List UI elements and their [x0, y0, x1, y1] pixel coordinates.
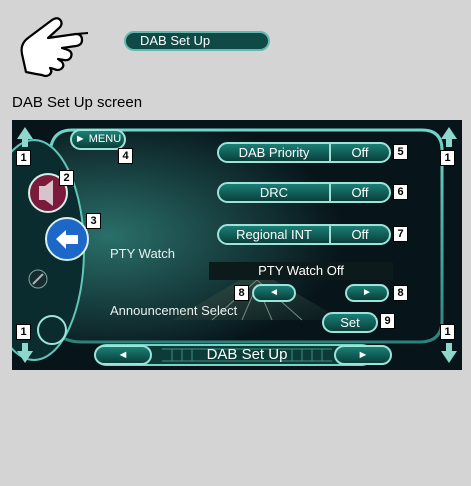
callout-1b: 1 [440, 150, 455, 166]
set-button[interactable]: Set [322, 312, 378, 333]
pty-watch-label: PTY Watch [110, 246, 176, 261]
next-button[interactable]: ► [345, 284, 389, 302]
scroll-down-arrow-left[interactable] [16, 342, 34, 364]
drc-label: DRC [259, 185, 289, 200]
callout-7: 7 [393, 226, 408, 242]
dab-setup-button[interactable]: DAB Set Up [124, 31, 270, 51]
callout-1c: 1 [16, 324, 31, 340]
prev-button[interactable]: ◄ [252, 284, 296, 302]
announcement-select-label: Announcement Select [110, 303, 238, 318]
callout-5: 5 [393, 144, 408, 160]
callout-2: 2 [59, 170, 74, 186]
screen-caption: DAB Set Up screen [12, 94, 143, 111]
drc-row[interactable]: DRC Off [217, 182, 391, 203]
scroll-up-arrow-left[interactable] [16, 126, 34, 148]
menu-button[interactable]: ► MENU [70, 129, 126, 150]
regional-int-row[interactable]: Regional INT Off [217, 224, 391, 245]
regional-int-label: Regional INT [236, 227, 312, 242]
callout-8b: 8 [393, 285, 408, 301]
callout-4: 4 [118, 148, 133, 164]
callout-9: 9 [380, 313, 395, 329]
scroll-up-arrow-right[interactable] [440, 126, 458, 148]
regional-int-value: Off [351, 227, 369, 242]
scroll-down-arrow-right[interactable] [440, 342, 458, 364]
drc-value: Off [351, 185, 369, 200]
tool-icon[interactable] [28, 269, 48, 289]
dab-priority-row[interactable]: DAB Priority Off [217, 142, 391, 163]
callout-8a: 8 [234, 285, 249, 301]
pty-watch-display: PTY Watch Off [209, 262, 393, 280]
bottom-next-button[interactable]: ► [334, 345, 392, 365]
callout-3: 3 [86, 213, 101, 229]
dab-setup-screen: ► MENU DAB Priority Off DRC Off Regional… [12, 120, 462, 370]
bottom-prev-button[interactable]: ◄ [94, 345, 152, 365]
dab-priority-label: DAB Priority [238, 145, 310, 160]
callout-1d: 1 [440, 324, 455, 340]
callout-6: 6 [393, 184, 408, 200]
bottom-title: DAB Set Up [206, 346, 288, 363]
dab-priority-value: Off [351, 145, 369, 160]
return-icon[interactable] [44, 216, 90, 262]
callout-1a: 1 [16, 150, 31, 166]
touch-hand-icon [20, 17, 89, 78]
